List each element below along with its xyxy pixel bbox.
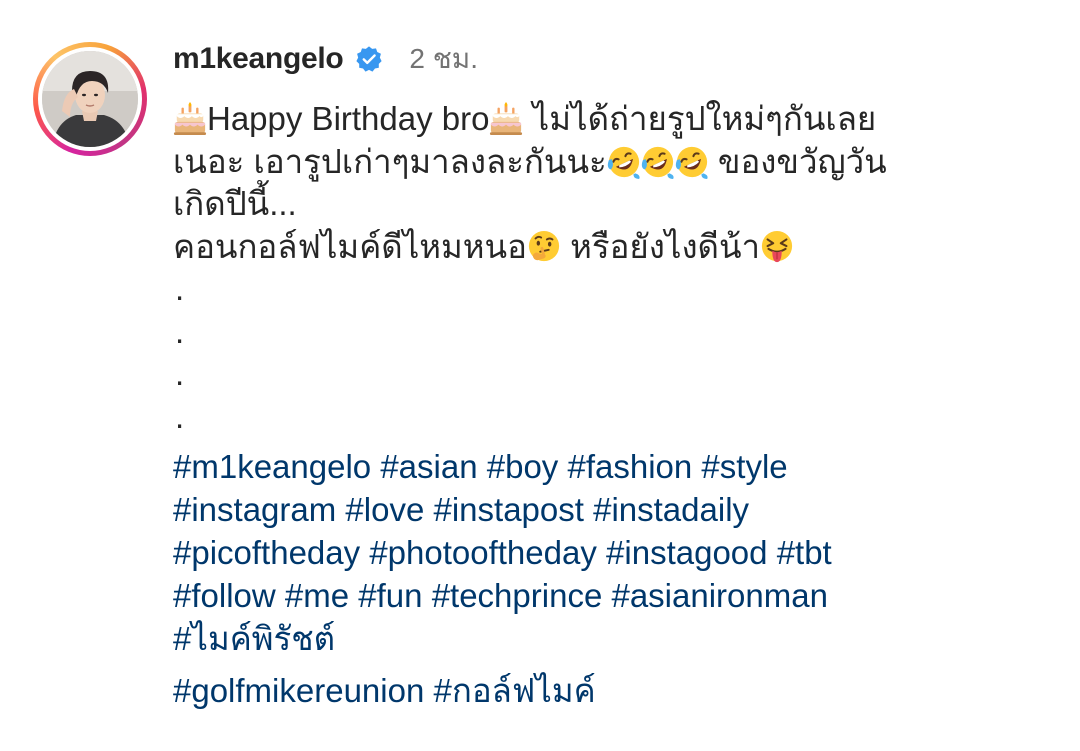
- caption-line: คอนกอล์ฟไมค์ดีไหมหนอ หรือยังไงดีน้า: [173, 226, 1053, 269]
- caption-dot: .: [175, 355, 185, 392]
- hashtag-link[interactable]: #instapost: [433, 491, 583, 528]
- avatar-frame: [38, 47, 142, 151]
- hashtag-line: #instagram #love #instapost #instadaily: [173, 489, 1053, 532]
- verified-badge-icon: [355, 45, 383, 73]
- hashtag-link[interactable]: #techprince: [432, 577, 603, 614]
- hashtag-link[interactable]: #กอล์ฟไมค์: [434, 672, 596, 709]
- caption-line: Happy Birthday bro ไม่ได้ถ่ายรูปใหม่ๆกัน…: [173, 98, 1053, 141]
- hashtag-link[interactable]: #golfmikereunion: [173, 672, 424, 709]
- hashtag-line: #m1keangelo #asian #boy #fashion #style: [173, 446, 1053, 489]
- hashtag-link[interactable]: #boy: [487, 448, 559, 485]
- hashtag-link[interactable]: #instagram: [173, 491, 336, 528]
- caption-segment: Happy Birthday bro: [207, 100, 490, 137]
- hashtag-link[interactable]: #instadaily: [593, 491, 749, 528]
- hashtag-list: #m1keangelo #asian #boy #fashion #style …: [173, 446, 1053, 713]
- hashtag-link[interactable]: #follow: [173, 577, 276, 614]
- caption-text: Happy Birthday bro ไม่ได้ถ่ายรูปใหม่ๆกัน…: [173, 98, 1053, 713]
- post-header: m1keangelo 2 ชม.: [173, 36, 478, 82]
- hashtag-link[interactable]: #love: [345, 491, 424, 528]
- caption-segment: เนอะ เอารูปเก่าๆมาลงละกันนะ: [173, 142, 607, 180]
- rolling-on-floor-laughing-icon: [675, 145, 709, 179]
- caption-segment: ของขวัญวัน: [708, 142, 887, 180]
- hashtag-link[interactable]: #fun: [358, 577, 422, 614]
- caption-line: เกิดปีนี้...: [173, 183, 1053, 226]
- hashtag-line: #ไมค์พิรัชต์: [173, 618, 1053, 670]
- caption-segment: เกิดปีนี้...: [173, 185, 297, 222]
- instagram-post-caption: m1keangelo 2 ชม. Happy Birthday bro ไม่ไ…: [0, 0, 1080, 751]
- hashtag-link[interactable]: #ไมค์พิรัชต์: [173, 620, 335, 657]
- caption-dot: .: [175, 312, 185, 350]
- hashtag-line: #follow #me #fun #techprince #asianironm…: [173, 575, 1053, 618]
- hashtag-link[interactable]: #asian: [380, 448, 477, 485]
- caption-line: เนอะ เอารูปเก่าๆมาลงละกันนะ ของขวัญวัน: [173, 141, 1053, 184]
- caption-dot: .: [175, 397, 185, 435]
- thinking-face-icon: [527, 230, 561, 264]
- hashtag-link[interactable]: #instagood: [606, 534, 767, 571]
- post-timestamp: 2 ชม.: [409, 43, 479, 74]
- hashtag-link[interactable]: #fashion: [567, 448, 692, 485]
- hashtag-link[interactable]: #style: [701, 448, 787, 485]
- hashtag-line: #picoftheday #photooftheday #instagood #…: [173, 532, 1053, 575]
- caption-segment: คอนกอล์ฟไมค์ดีไหมหนอ: [173, 227, 527, 265]
- birthday-cake-icon: [489, 102, 523, 136]
- username-link[interactable]: m1keangelo: [173, 42, 344, 76]
- hashtag-link[interactable]: #tbt: [777, 534, 832, 571]
- hashtag-link[interactable]: #asianironman: [611, 577, 827, 614]
- story-ring[interactable]: [33, 42, 147, 156]
- squinting-face-with-tongue-icon: [760, 230, 794, 264]
- hashtag-link[interactable]: #m1keangelo: [173, 448, 371, 485]
- caption-dot: .: [175, 270, 185, 307]
- birthday-cake-icon: [173, 102, 207, 136]
- hashtag-link[interactable]: #photooftheday: [369, 534, 597, 571]
- caption-segment: หรือยังไงดีน้า: [560, 227, 761, 265]
- hashtag-link[interactable]: #me: [285, 577, 349, 614]
- avatar-photo: [42, 51, 138, 147]
- hashtag-link[interactable]: #picoftheday: [173, 534, 360, 571]
- caption-segment: ไม่ได้ถ่ายรูปใหม่ๆกันเลย: [523, 100, 877, 137]
- rolling-on-floor-laughing-icon: [607, 145, 641, 179]
- hashtag-line: #golfmikereunion #กอล์ฟไมค์: [173, 670, 1053, 713]
- avatar[interactable]: [42, 51, 138, 147]
- rolling-on-floor-laughing-icon: [641, 145, 675, 179]
